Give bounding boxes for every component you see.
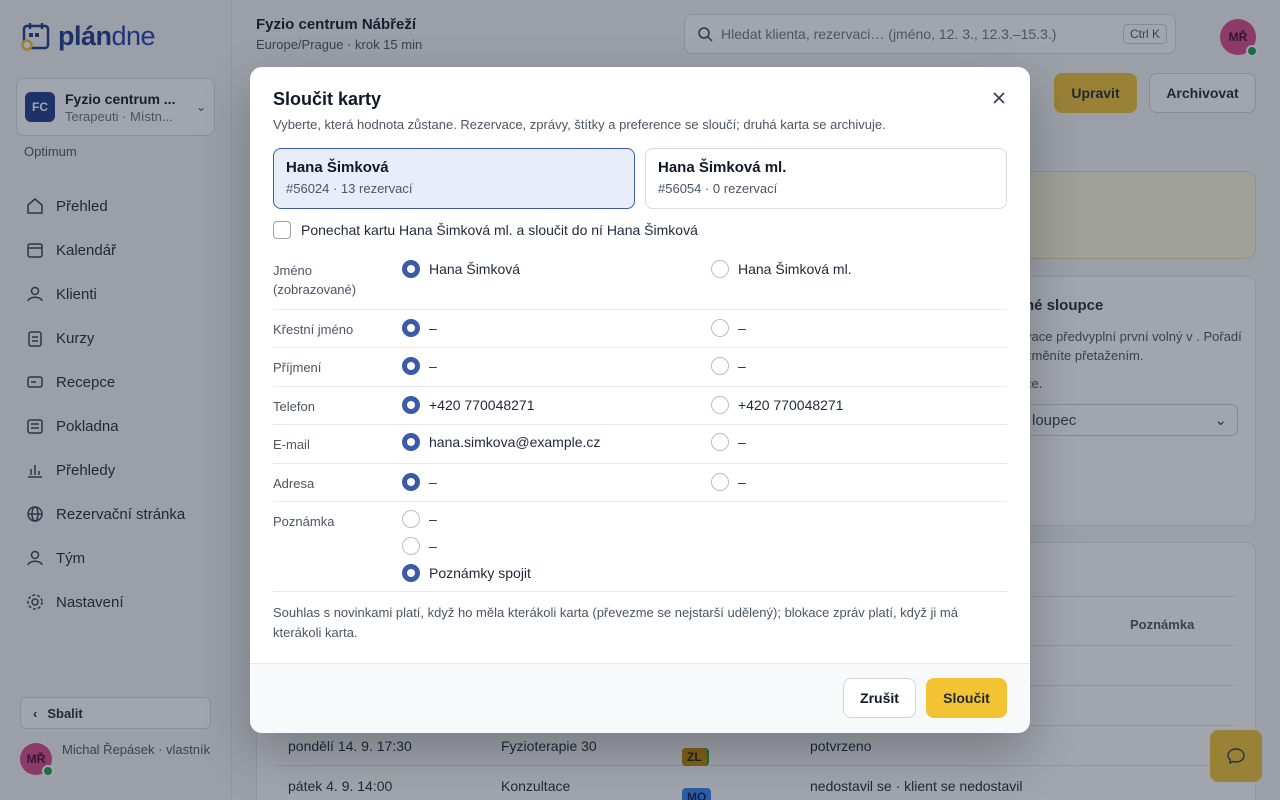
field-label: Adresa [273,476,315,491]
radio-unselected[interactable] [711,473,729,491]
option-value: – [738,434,746,450]
field-row-phone: Telefon +420 770048271 +420 770048271 [273,387,1007,425]
field-label: Poznámka [273,514,335,529]
option-left[interactable]: hana.simkova@example.cz [402,433,600,451]
radio-selected[interactable] [402,433,420,451]
option-left[interactable]: Hana Šimková [402,260,520,278]
field-label: Křestní jméno [273,322,354,337]
option-left[interactable]: – [402,473,437,491]
dialog-title: Sloučit karty [273,89,382,109]
dialog-subtitle: Vyberte, která hodnota zůstane. Rezervac… [273,117,886,132]
field-row-first-name: Křestní jméno – – [273,310,1007,348]
field-row-note: Poznámka – – Poznámky spojit [273,502,1007,592]
field-label: Příjmení [273,360,322,375]
option-value: – [429,320,437,336]
card-name: Hana Šimková ml. [658,159,787,176]
option-value: – [429,474,437,490]
field-row-last-name: Příjmení – – [273,348,1007,387]
radio-selected[interactable] [402,396,420,414]
option-value: Hana Šimková [429,261,521,277]
card-name: Hana Šimková [286,159,389,176]
option-value: – [738,358,746,374]
option-value: – [738,474,746,490]
option-value: +420 770048271 [429,397,535,413]
merge-footnote: Souhlas s novinkami platí, když ho měla … [273,605,958,640]
option-left[interactable]: – [402,357,437,375]
option-value: Hana Šimková ml. [738,261,852,277]
merge-button[interactable]: Sloučit [926,678,1007,718]
option-left[interactable]: – [402,319,437,337]
field-row-address: Adresa – – [273,464,1007,502]
radio-selected[interactable] [402,473,420,491]
keep-secondary-checkbox[interactable] [273,221,291,239]
option-value: +420 770048271 [738,397,844,413]
note-option-left[interactable]: – [402,510,437,528]
option-right[interactable]: – [711,473,746,491]
radio-selected[interactable] [402,564,420,582]
radio-selected[interactable] [402,357,420,375]
radio-unselected[interactable] [402,510,420,528]
radio-selected[interactable] [402,319,420,337]
note-option-merge[interactable]: Poznámky spojit [402,564,531,582]
note-option-right[interactable]: – [402,537,437,555]
radio-unselected[interactable] [711,396,729,414]
radio-unselected[interactable] [711,433,729,451]
option-value: – [738,320,746,336]
option-right[interactable]: – [711,319,746,337]
option-value: hana.simkova@example.cz [429,434,601,450]
radio-unselected[interactable] [711,357,729,375]
radio-unselected[interactable] [711,260,729,278]
field-label: Telefon [273,399,315,414]
option-right[interactable]: – [711,357,746,375]
radio-unselected[interactable] [711,319,729,337]
close-icon[interactable] [988,87,1010,109]
radio-selected[interactable] [402,260,420,278]
option-left[interactable]: +420 770048271 [402,396,535,414]
radio-unselected[interactable] [402,537,420,555]
source-card-secondary[interactable]: Hana Šimková ml. #56054 · 0 rezervací [645,148,1007,209]
option-value: – [429,358,437,374]
option-right[interactable]: +420 770048271 [711,396,844,414]
field-row-display-name: Jméno (zobrazované) Hana Šimková Hana Ši… [273,255,1007,310]
option-value: – [429,511,437,527]
option-right[interactable]: Hana Šimková ml. [711,260,852,278]
source-card-primary[interactable]: Hana Šimková #56024 · 13 rezervací [273,148,635,209]
card-meta: #56024 · 13 rezervací [286,181,413,196]
option-value: – [429,538,437,554]
field-label: Jméno (zobrazované) [273,263,357,297]
merge-cards-dialog: Sloučit karty Vyberte, která hodnota zůs… [250,67,1030,733]
dialog-footer: Zrušit Sloučit [250,663,1030,733]
option-right[interactable]: – [711,433,746,451]
field-row-email: E-mail hana.simkova@example.cz – [273,425,1007,464]
card-meta: #56054 · 0 rezervací [658,181,778,196]
keep-secondary-option[interactable]: Ponechat kartu Hana Šimková ml. a slouči… [273,221,698,239]
field-label: E-mail [273,437,310,452]
keep-secondary-label: Ponechat kartu Hana Šimková ml. a slouči… [301,222,698,238]
option-value: Poznámky spojit [429,565,531,581]
cancel-button[interactable]: Zrušit [843,678,916,718]
